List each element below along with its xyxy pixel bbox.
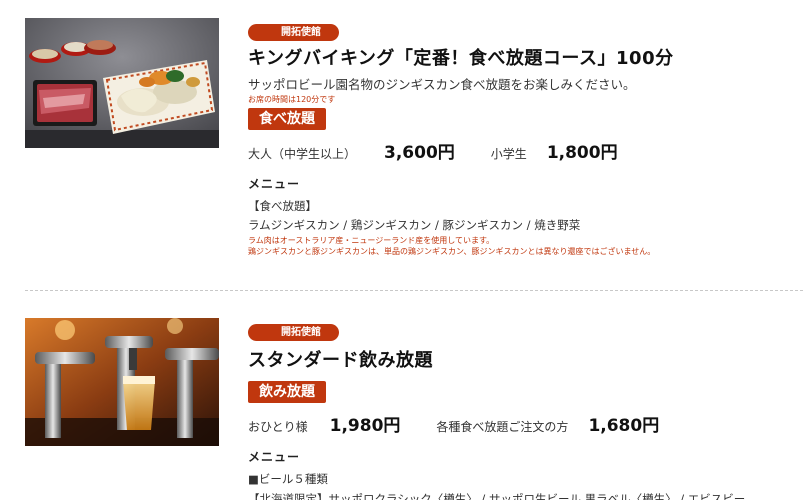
course-title: スタンダード飲み放題 [248,350,433,371]
price-row: おひとり様 1,980円 各種食べ放題ご注文の方 1,680円 [248,411,803,436]
course-info: 開拓使館 スタンダード飲み放題 飲み放題 おひとり様 1,980円 各種食べ放題… [248,320,803,500]
course-card-standard-drinks: 開拓使館 スタンダード飲み放題 飲み放題 おひとり様 1,980円 各種食べ放題… [0,290,803,500]
jingisukan-photo-image [25,18,219,148]
price-value-per-person: 1,980円 [329,416,401,436]
price-value-adult: 3,600円 [384,143,455,163]
course-card-king-viking: 開拓使館 キングバイキング「定番！食べ放題コース」100分 サッポロビール園名物… [0,0,803,290]
menu-heading: メニュー [248,450,301,464]
menu-note: 鶏ジンギスカンと豚ジンギスカンは、単品の鶏ジンギスカン、豚ジンギスカンとは異なり… [248,247,656,256]
store-badge: 開拓使館 [248,24,339,41]
menu-line: ラムジンギスカン / 鶏ジンギスカン / 豚ジンギスカン / 焼き野菜 [248,218,581,232]
store-badge: 開拓使館 [248,324,339,341]
course-info: 開拓使館 キングバイキング「定番！食べ放題コース」100分 サッポロビール園名物… [248,20,803,257]
course-title: キングバイキング「定番！食べ放題コース」100分 [248,48,674,69]
price-label-child: 小学生 [490,147,527,161]
menu-heading: メニュー [248,177,301,191]
price-label-per-person: おひとり様 [248,420,308,434]
price-label-with-buffet: 各種食べ放題ご注文の方 [436,420,569,434]
price-row: 大人（中学生以上） 3,600円 小学生 1,800円 [248,138,803,163]
course-photo-beer [25,318,219,446]
course-type-badge: 飲み放題 [248,381,326,403]
menu-line: ■ビール５種類 [248,472,328,486]
menu-line: 【北海道限定】サッポロクラシック〈樽生〉 / サッポロ生ビール 黒ラベル〈樽生〉… [248,492,746,500]
price-value-child: 1,800円 [546,143,618,163]
price-value-with-buffet: 1,680円 [588,416,660,436]
price-label-adult: 大人（中学生以上） [248,147,357,161]
time-note: お席の時間は120分です [248,95,336,104]
menu-line: 【食べ放題】 [248,199,317,213]
menu-note: ラム肉はオーストラリア産・ニュージーランド産を使用しています。 [248,236,495,245]
beer-tap-photo-image [25,318,219,446]
course-description: サッポロビール園名物のジンギスカン食べ放題をお楽しみください。 [248,77,636,92]
course-type-badge: 食べ放題 [248,108,326,130]
course-photo-jingisukan [25,18,219,148]
